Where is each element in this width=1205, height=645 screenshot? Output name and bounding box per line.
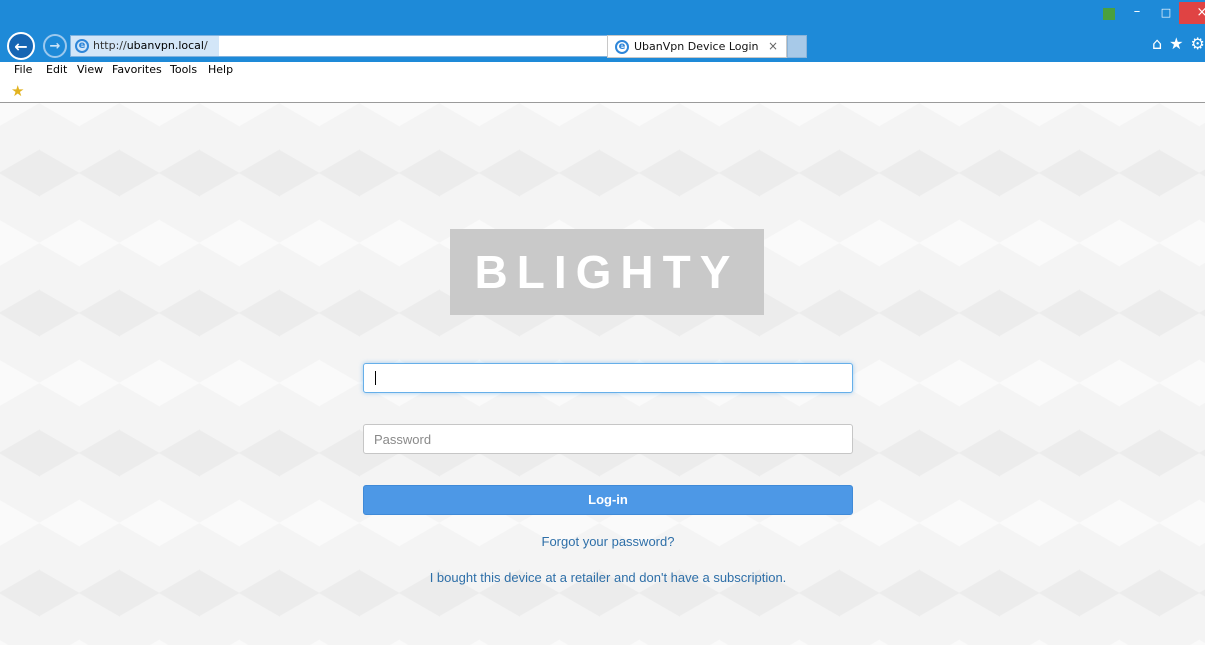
maximize-button[interactable]: □ (1155, 6, 1177, 19)
browser-toolbar-icons: ⌂ ★ ⚙ (1152, 34, 1205, 53)
menu-file[interactable]: File (14, 63, 32, 76)
menu-favorites[interactable]: Favorites (112, 63, 162, 76)
new-tab-button[interactable] (787, 35, 807, 58)
url-path: / (203, 39, 208, 52)
text-cursor (375, 371, 376, 385)
settings-gear-icon[interactable]: ⚙ (1191, 34, 1205, 53)
ie-tab-icon: e (615, 40, 629, 54)
add-favorite-icon[interactable]: ★ (11, 82, 24, 100)
forward-arrow-icon: → (49, 38, 61, 54)
menu-view[interactable]: View (77, 63, 103, 76)
menu-tools[interactable]: Tools (170, 63, 197, 76)
username-input[interactable] (363, 363, 853, 393)
forgot-password-link[interactable]: Forgot your password? (363, 534, 853, 549)
menu-help[interactable]: Help (208, 63, 233, 76)
login-page: BLIGHTY Log-in Forgot your password? I b… (0, 103, 1205, 645)
retailer-no-subscription-link[interactable]: I bought this device at a retailer and d… (363, 570, 853, 585)
tab-ubanvpn-login[interactable]: e UbanVpn Device Login × (607, 35, 787, 58)
home-icon[interactable]: ⌂ (1152, 34, 1162, 53)
forward-button[interactable]: → (43, 34, 67, 58)
ie-page-icon: e (75, 39, 89, 53)
address-bar[interactable]: e http://ubanvpn.local/ ⌕ ▾ ↻ (70, 35, 661, 57)
logo-text: BLIGHTY (474, 246, 740, 298)
minimize-button[interactable]: – (1127, 4, 1147, 19)
tab-close-icon[interactable]: × (768, 39, 778, 53)
tab-title: UbanVpn Device Login (634, 40, 759, 53)
url-host: ubanvpn.local (126, 39, 204, 52)
close-window-button[interactable]: × (1179, 2, 1205, 24)
favorites-bar: ★ (0, 80, 1205, 103)
user-account-icon[interactable] (1103, 8, 1115, 20)
url-scheme: http:// (93, 39, 127, 52)
back-arrow-icon: ← (14, 36, 28, 56)
menu-edit[interactable]: Edit (46, 63, 67, 76)
back-button[interactable]: ← (7, 32, 35, 60)
favorites-star-icon[interactable]: ★ (1169, 34, 1183, 53)
password-input[interactable] (363, 424, 853, 454)
login-button[interactable]: Log-in (363, 485, 853, 515)
address-url[interactable]: http://ubanvpn.local/ (93, 39, 208, 52)
menu-bar: File Edit View Favorites Tools Help (0, 62, 1205, 80)
browser-title-bar: ← → e http://ubanvpn.local/ ⌕ ▾ ↻ e Uban… (0, 0, 1205, 62)
brand-logo: BLIGHTY (450, 229, 764, 315)
